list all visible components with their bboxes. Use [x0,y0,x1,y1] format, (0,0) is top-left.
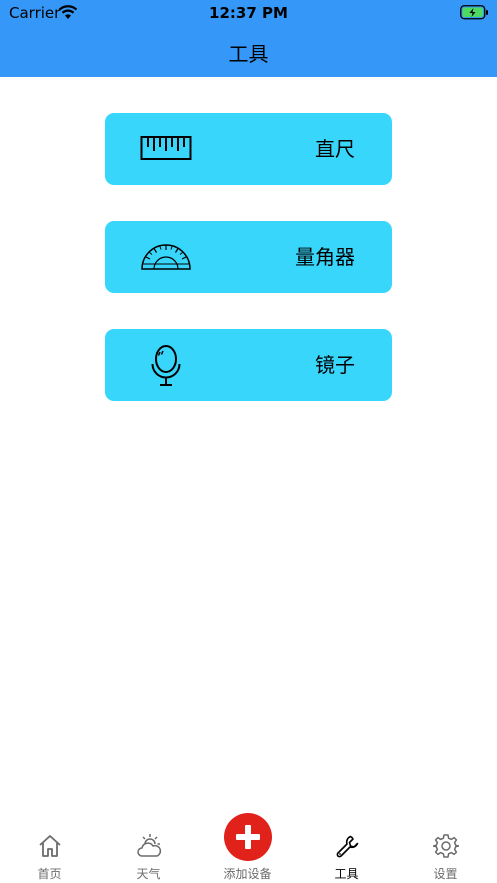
status-bar: Carrier 12:37 PM [0,0,497,26]
ruler-button[interactable]: 直尺 [105,113,392,185]
tab-settings[interactable]: 设置 [396,815,495,883]
weather-icon [136,834,161,857]
tab-home-label: 首页 [37,867,62,881]
home-icon [38,835,61,857]
mirror-label: 镜子 [315,353,355,377]
add-icon [235,825,260,849]
protractor-label: 量角器 [295,245,355,269]
tab-add-device-label: 添加设备 [223,867,272,881]
mirror-button[interactable]: 镜子 [105,329,392,401]
tab-settings-label: 设置 [433,867,458,881]
nav-header: Carrier 12:37 PM 工具 [0,0,497,77]
tab-weather-label: 天气 [136,867,161,881]
add-device-button[interactable] [223,813,272,861]
gear-icon [432,834,459,858]
mirror-icon [151,345,181,386]
tab-tools-label: 工具 [334,867,359,881]
tab-home[interactable]: 首页 [0,815,99,883]
protractor-icon [141,244,191,270]
tab-bar: 首页 天气 添加设备 工具 设置 [0,813,497,883]
status-time: 12:37 PM [209,4,288,22]
tab-tools[interactable]: 工具 [297,815,396,883]
page-title: 工具 [228,42,269,66]
ruler-label: 直尺 [315,137,355,161]
tab-add-device[interactable]: 添加设备 [198,813,297,883]
protractor-button[interactable]: 量角器 [105,221,392,293]
wrench-icon [336,835,358,858]
battery-icon [460,5,488,20]
tab-weather[interactable]: 天气 [99,815,198,883]
ruler-icon [140,136,192,160]
